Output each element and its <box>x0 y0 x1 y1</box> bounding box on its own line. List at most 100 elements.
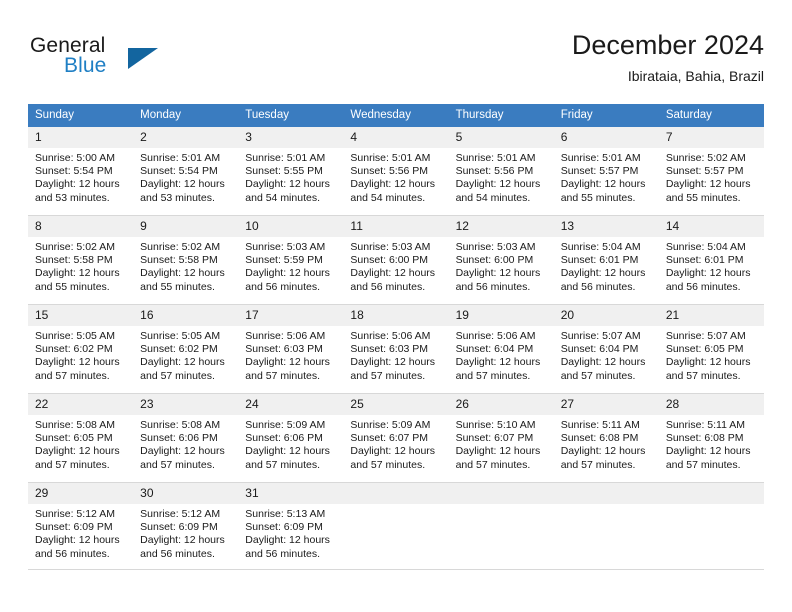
day-cell[interactable]: 27 Sunrise: 5:11 AM Sunset: 6:08 PM Dayl… <box>553 393 659 483</box>
weekday-header-sunday: Sunday <box>28 104 134 127</box>
day-cell[interactable]: 22 Sunrise: 5:08 AM Sunset: 6:05 PM Dayl… <box>28 393 134 483</box>
day-details: Sunrise: 5:01 AM Sunset: 5:54 PM Dayligh… <box>133 148 238 205</box>
sunrise-text: Sunrise: 5:08 AM <box>35 419 115 431</box>
sunset-text: Sunset: 5:58 PM <box>35 254 113 267</box>
sunset-text: Sunset: 6:09 PM <box>245 521 323 534</box>
sunset-text: Sunset: 5:56 PM <box>350 165 429 178</box>
day-details: Sunrise: 5:05 AM Sunset: 6:02 PM Dayligh… <box>28 326 133 383</box>
sunrise-text: Sunrise: 5:11 AM <box>665 419 746 431</box>
day-cell[interactable]: 9 Sunrise: 5:02 AM Sunset: 5:58 PM Dayli… <box>133 215 239 305</box>
day-cell[interactable]: 7 Sunrise: 5:02 AM Sunset: 5:57 PM Dayli… <box>658 126 764 216</box>
day-cell[interactable]: 8 Sunrise: 5:02 AM Sunset: 5:58 PM Dayli… <box>28 215 134 305</box>
weekday-header-wednesday: Wednesday <box>343 104 449 127</box>
daylight-text-line2: and 54 minutes. <box>245 191 320 204</box>
day-cell[interactable]: 5 Sunrise: 5:01 AM Sunset: 5:56 PM Dayli… <box>448 126 554 216</box>
day-cell[interactable]: 15 Sunrise: 5:05 AM Sunset: 6:02 PM Dayl… <box>28 304 134 394</box>
sunset-text: Sunset: 6:01 PM <box>560 254 639 267</box>
day-number: 10 <box>238 216 344 237</box>
daylight-text-line2: and 57 minutes. <box>35 369 110 382</box>
day-number: 18 <box>343 305 449 326</box>
day-cell[interactable]: 29 Sunrise: 5:12 AM Sunset: 6:09 PM Dayl… <box>28 482 134 570</box>
day-cell[interactable]: 23 Sunrise: 5:08 AM Sunset: 6:06 PM Dayl… <box>133 393 239 483</box>
day-cell[interactable]: 6 Sunrise: 5:01 AM Sunset: 5:57 PM Dayli… <box>553 126 659 216</box>
day-cell[interactable]: 14 Sunrise: 5:04 AM Sunset: 6:01 PM Dayl… <box>658 215 764 305</box>
day-details: Sunrise: 5:07 AM Sunset: 6:04 PM Dayligh… <box>554 326 659 383</box>
sunrise-text: Sunrise: 5:00 AM <box>35 152 115 164</box>
day-cell-empty <box>448 482 554 570</box>
day-cell[interactable]: 25 Sunrise: 5:09 AM Sunset: 6:07 PM Dayl… <box>343 393 449 483</box>
weekday-header-monday: Monday <box>133 104 239 127</box>
sunrise-text: Sunrise: 5:03 AM <box>245 241 326 253</box>
day-details: Sunrise: 5:05 AM Sunset: 6:02 PM Dayligh… <box>133 326 238 383</box>
day-number: 23 <box>133 394 239 415</box>
day-cell[interactable]: 3 Sunrise: 5:01 AM Sunset: 5:55 PM Dayli… <box>238 126 344 216</box>
weekday-header-tuesday: Tuesday <box>238 104 344 127</box>
daylight-text-line1: Daylight: 12 hours <box>350 178 436 191</box>
day-number: 7 <box>658 127 764 148</box>
sunrise-text: Sunrise: 5:02 AM <box>35 241 115 253</box>
daylight-text-line2: and 56 minutes. <box>245 280 320 293</box>
daylight-text-line1: Daylight: 12 hours <box>35 178 120 191</box>
day-cell[interactable]: 30 Sunrise: 5:12 AM Sunset: 6:09 PM Dayl… <box>133 482 239 570</box>
day-cell[interactable]: 19 Sunrise: 5:06 AM Sunset: 6:04 PM Dayl… <box>448 304 554 394</box>
sunrise-text: Sunrise: 5:06 AM <box>455 330 536 342</box>
day-cell[interactable]: 28 Sunrise: 5:11 AM Sunset: 6:08 PM Dayl… <box>658 393 764 483</box>
day-details: Sunrise: 5:11 AM Sunset: 6:08 PM Dayligh… <box>554 415 659 472</box>
day-cell[interactable]: 20 Sunrise: 5:07 AM Sunset: 6:04 PM Dayl… <box>553 304 659 394</box>
daylight-text-line1: Daylight: 12 hours <box>350 356 436 369</box>
daylight-text-line1: Daylight: 12 hours <box>560 267 646 280</box>
day-cell[interactable]: 21 Sunrise: 5:07 AM Sunset: 6:05 PM Dayl… <box>658 304 764 394</box>
day-cell[interactable]: 17 Sunrise: 5:06 AM Sunset: 6:03 PM Dayl… <box>238 304 344 394</box>
sunset-text: Sunset: 6:09 PM <box>35 521 113 534</box>
daylight-text-line1: Daylight: 12 hours <box>245 356 330 369</box>
sunset-text: Sunset: 6:00 PM <box>455 254 534 267</box>
day-cell[interactable]: 24 Sunrise: 5:09 AM Sunset: 6:06 PM Dayl… <box>238 393 344 483</box>
day-details: Sunrise: 5:03 AM Sunset: 6:00 PM Dayligh… <box>343 237 448 294</box>
day-cell[interactable]: 13 Sunrise: 5:04 AM Sunset: 6:01 PM Dayl… <box>553 215 659 305</box>
general-blue-logo[interactable]: General Blue <box>28 34 228 86</box>
weekday-header-thursday: Thursday <box>448 104 554 127</box>
daylight-text-line2: and 56 minutes. <box>35 547 110 560</box>
daylight-text-line1: Daylight: 12 hours <box>35 267 120 280</box>
day-cell-empty <box>553 482 659 570</box>
sunrise-text: Sunrise: 5:02 AM <box>665 152 746 164</box>
day-cell[interactable]: 16 Sunrise: 5:05 AM Sunset: 6:02 PM Dayl… <box>133 304 239 394</box>
sunrise-text: Sunrise: 5:10 AM <box>455 419 536 431</box>
daylight-text-line2: and 57 minutes. <box>665 458 741 471</box>
day-cell[interactable]: 26 Sunrise: 5:10 AM Sunset: 6:07 PM Dayl… <box>448 393 554 483</box>
daylight-text-line2: and 56 minutes. <box>560 280 636 293</box>
day-cell[interactable]: 31 Sunrise: 5:13 AM Sunset: 6:09 PM Dayl… <box>238 482 344 570</box>
day-details: Sunrise: 5:11 AM Sunset: 6:08 PM Dayligh… <box>659 415 764 472</box>
daylight-text-line2: and 55 minutes. <box>560 191 636 204</box>
day-details: Sunrise: 5:06 AM Sunset: 6:03 PM Dayligh… <box>238 326 343 383</box>
day-number <box>343 483 449 504</box>
sunrise-text: Sunrise: 5:02 AM <box>140 241 221 253</box>
day-cell[interactable]: 4 Sunrise: 5:01 AM Sunset: 5:56 PM Dayli… <box>343 126 449 216</box>
day-number: 22 <box>28 394 134 415</box>
sunset-text: Sunset: 5:56 PM <box>455 165 534 178</box>
day-cell[interactable]: 10 Sunrise: 5:03 AM Sunset: 5:59 PM Dayl… <box>238 215 344 305</box>
day-details: Sunrise: 5:06 AM Sunset: 6:03 PM Dayligh… <box>343 326 448 383</box>
calendar-header-row: Sunday Monday Tuesday Wednesday Thursday… <box>28 104 764 127</box>
day-cell[interactable]: 2 Sunrise: 5:01 AM Sunset: 5:54 PM Dayli… <box>133 126 239 216</box>
sunrise-text: Sunrise: 5:13 AM <box>245 508 326 520</box>
day-cell[interactable]: 18 Sunrise: 5:06 AM Sunset: 6:03 PM Dayl… <box>343 304 449 394</box>
calendar-week-row: 29 Sunrise: 5:12 AM Sunset: 6:09 PM Dayl… <box>28 482 764 570</box>
day-cell[interactable]: 1 Sunrise: 5:00 AM Sunset: 5:54 PM Dayli… <box>28 126 134 216</box>
daylight-text-line1: Daylight: 12 hours <box>35 356 120 369</box>
day-cell[interactable]: 12 Sunrise: 5:03 AM Sunset: 6:00 PM Dayl… <box>448 215 554 305</box>
day-cell-empty <box>343 482 449 570</box>
sunrise-sunset-calendar: Sunday Monday Tuesday Wednesday Thursday… <box>28 104 764 570</box>
calendar-week-row: 22 Sunrise: 5:08 AM Sunset: 6:05 PM Dayl… <box>28 393 764 483</box>
day-number: 4 <box>343 127 449 148</box>
logo-text-blue: Blue <box>64 54 107 77</box>
daylight-text-line2: and 57 minutes. <box>140 458 215 471</box>
daylight-text-line1: Daylight: 12 hours <box>560 445 646 458</box>
daylight-text-line2: and 57 minutes. <box>665 369 741 382</box>
day-cell[interactable]: 11 Sunrise: 5:03 AM Sunset: 6:00 PM Dayl… <box>343 215 449 305</box>
daylight-text-line1: Daylight: 12 hours <box>140 445 225 458</box>
sunset-text: Sunset: 6:03 PM <box>245 343 323 356</box>
day-details: Sunrise: 5:01 AM Sunset: 5:56 PM Dayligh… <box>343 148 448 205</box>
page-header: General Blue December 2024 Ibirataia, Ba… <box>28 28 764 94</box>
sunrise-text: Sunrise: 5:07 AM <box>560 330 641 342</box>
